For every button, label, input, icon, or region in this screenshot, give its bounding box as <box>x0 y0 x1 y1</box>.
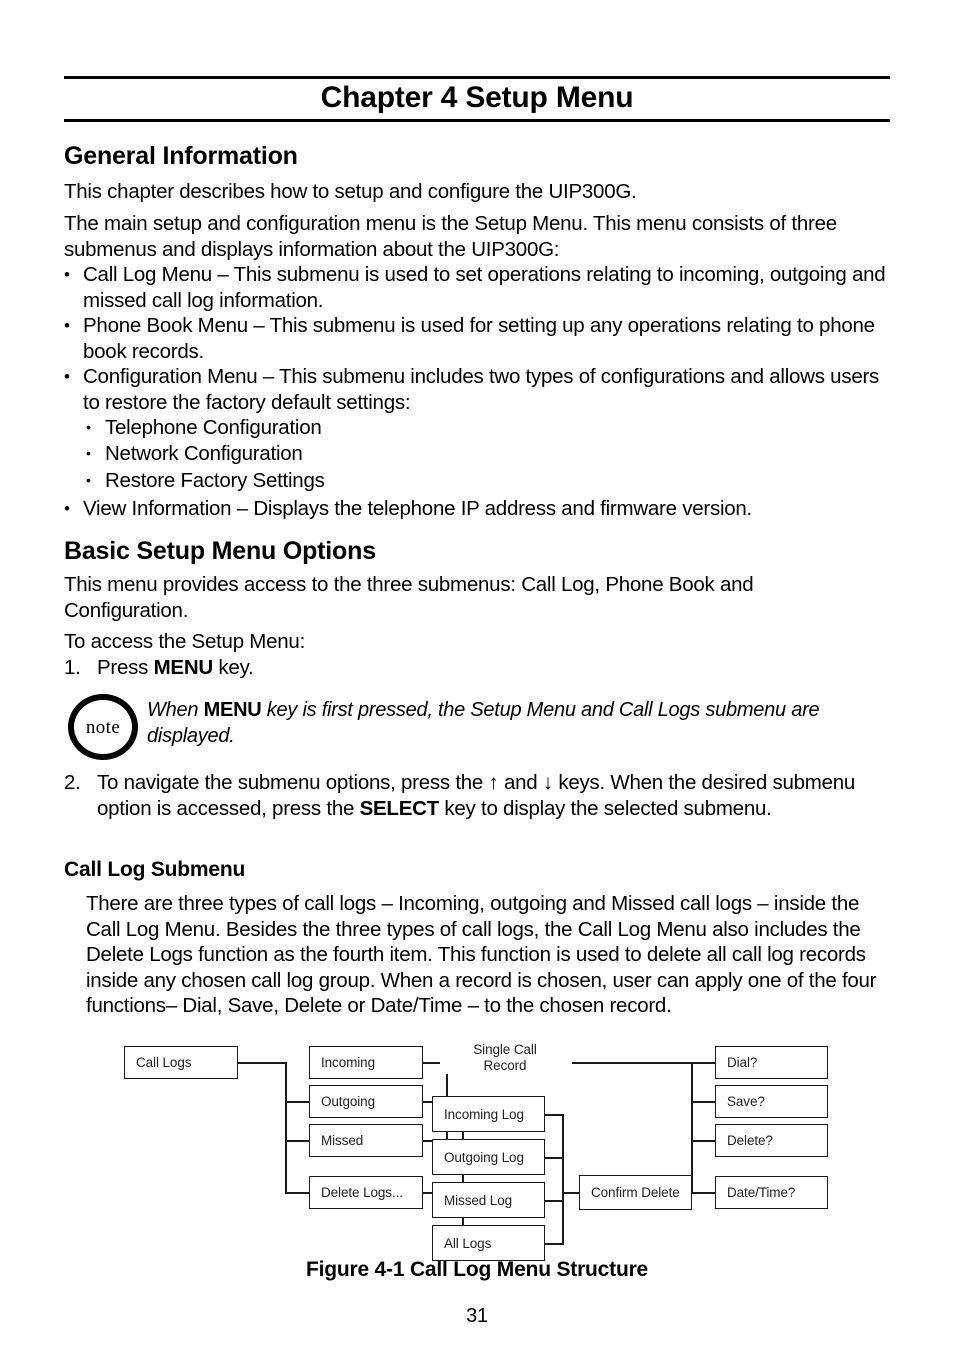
diagram-box-save: Save? <box>715 1085 828 1118</box>
connector-outgoing-log-right <box>545 1157 563 1159</box>
heading-basic-setup-menu-options: Basic Setup Menu Options <box>64 537 376 565</box>
bullet-glyph: • <box>64 316 70 335</box>
paragraph-call-log-submenu: There are three types of call logs – Inc… <box>86 892 877 1017</box>
diagram-box-dial: Dial? <box>715 1046 828 1079</box>
header-rule-bottom <box>64 119 890 122</box>
connector-col1-stub-2 <box>285 1101 309 1103</box>
heading-call-log-submenu: Call Log Submenu <box>64 858 246 881</box>
diagram-box-incoming-log: Incoming Log <box>432 1096 545 1132</box>
bullet-glyph: • <box>86 445 91 461</box>
connector-col1-bus <box>285 1062 287 1193</box>
step-number: 2. <box>64 771 81 794</box>
diagram-box-call-logs: Call Logs <box>124 1046 238 1079</box>
bullet-label: View Information – Displays the telephon… <box>83 497 752 520</box>
bullet-configuration-menu: • Configuration Menu – This submenu incl… <box>64 364 890 415</box>
diagram-box-missed-log: Missed Log <box>432 1182 545 1218</box>
menu-key-label: MENU <box>203 699 262 721</box>
connector-col3-bus <box>691 1062 693 1193</box>
connector-all-logs-right <box>545 1243 563 1245</box>
bullet-view-information: • View Information – Displays the teleph… <box>64 496 890 522</box>
paragraph-general-1: This chapter describes how to setup and … <box>64 180 637 203</box>
step-number: 1. <box>64 656 81 679</box>
diagram-box-delete-logs: Delete Logs... <box>309 1176 423 1209</box>
bullet-label: Configuration Menu – This submenu includ… <box>83 365 880 414</box>
connector-single-call-record-right <box>572 1062 692 1064</box>
connector-col3-stub-1 <box>691 1062 715 1064</box>
connector-col3-stub-3 <box>691 1140 715 1142</box>
paragraph-basic-setup-1: This menu provides access to the three s… <box>64 573 754 622</box>
sub-bullet-telephone-configuration: • Telephone Configuration <box>86 415 886 441</box>
step-2-part-2: key to display the selected submenu. <box>438 796 772 820</box>
bullet-label: Phone Book Menu – This submenu is used f… <box>83 314 875 363</box>
connector-col1-stub-3 <box>285 1140 309 1142</box>
paragraph-general-2: The main setup and configuration menu is… <box>64 212 837 261</box>
bullet-glyph: • <box>86 472 91 488</box>
step-text: Press MENU key. <box>97 655 890 681</box>
connector-incoming-log-right <box>545 1114 563 1116</box>
bullet-label: Telephone Configuration <box>105 416 322 439</box>
document-page: Chapter 4 Setup Menu General Information… <box>0 0 954 1352</box>
step-1-pre: Press <box>97 656 154 679</box>
diagram-box-outgoing: Outgoing <box>309 1085 423 1118</box>
single-call-record-line-2: Record <box>483 1058 527 1073</box>
figure-caption: Figure 4-1 Call Log Menu Structure <box>305 1258 649 1281</box>
diagram-box-delete: Delete? <box>715 1124 828 1157</box>
bullet-label: Call Log Menu – This submenu is used to … <box>83 263 886 312</box>
bullet-call-log-menu: • Call Log Menu – This submenu is used t… <box>64 262 890 313</box>
note-pre: When <box>147 699 204 721</box>
connector-root-right <box>238 1062 286 1064</box>
diagram-box-date-time: Date/Time? <box>715 1176 828 1209</box>
connector-col3-stub-4 <box>691 1192 715 1194</box>
step-1: 1. Press MENU key. <box>64 655 890 681</box>
note-icon-label: note <box>85 716 121 738</box>
diagram-box-all-logs: All Logs <box>432 1225 545 1261</box>
select-key-label: SELECT <box>359 796 440 820</box>
chapter-title: Chapter 4 Setup Menu <box>320 81 634 114</box>
bullet-label: Restore Factory Settings <box>105 469 325 492</box>
connector-missed-log-right <box>545 1200 563 1202</box>
sub-bullet-restore-factory-settings: • Restore Factory Settings <box>86 468 886 494</box>
diagram-box-missed: Missed <box>309 1124 423 1157</box>
menu-key-label: MENU <box>153 656 214 679</box>
diagram-box-incoming: Incoming <box>309 1046 423 1079</box>
bullet-glyph: • <box>86 419 91 435</box>
bullet-phone-book-menu: • Phone Book Menu – This submenu is used… <box>64 313 890 364</box>
connector-col1-stub-4 <box>285 1192 309 1194</box>
diagram-box-confirm-delete: Confirm Delete <box>579 1175 692 1210</box>
bullet-glyph: • <box>64 265 70 284</box>
paragraph-basic-setup-2: To access the Setup Menu: <box>64 630 306 653</box>
step-text: To navigate the submenu options, press t… <box>97 770 890 821</box>
connector-merge-bus-confirm <box>562 1114 564 1245</box>
diagram-box-outgoing-log: Outgoing Log <box>432 1139 545 1175</box>
bullet-glyph: • <box>64 367 70 386</box>
bullet-label: Network Configuration <box>105 442 303 465</box>
call-log-menu-structure-diagram: Call Logs Incoming Outgoing Missed Delet… <box>0 1030 954 1261</box>
note-text: When MENU key is first pressed, the Setu… <box>147 698 887 749</box>
diagram-label-single-call-record: Single Call Record <box>440 1042 570 1074</box>
bullet-glyph: • <box>64 499 70 518</box>
connector-col3-stub-2 <box>691 1101 715 1103</box>
sub-bullet-network-configuration: • Network Configuration <box>86 441 886 467</box>
step-1-post: key. <box>212 656 254 679</box>
note-icon: note <box>68 694 138 760</box>
heading-general-information: General Information <box>64 142 298 170</box>
step-2: 2. To navigate the submenu options, pres… <box>64 770 890 821</box>
connector-to-confirm-delete <box>562 1192 580 1194</box>
single-call-record-line-1: Single Call <box>473 1042 537 1057</box>
page-number: 31 <box>466 1305 488 1327</box>
